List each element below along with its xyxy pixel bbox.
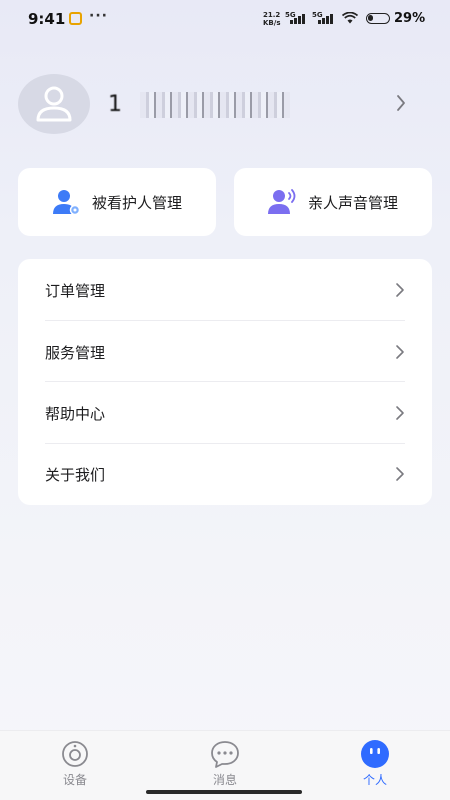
- battery-percent: 29%: [394, 11, 426, 26]
- settings-menu: 订单管理 服务管理 帮助中心 关于我们: [18, 259, 432, 505]
- chevron-right-icon: [396, 345, 404, 359]
- message-icon: [211, 741, 239, 768]
- net-speed-value: 21.2: [263, 11, 281, 19]
- tab-device-label: 设备: [62, 773, 87, 787]
- menu-item-label: 关于我们: [45, 465, 106, 484]
- phone-number: 1: [108, 92, 123, 117]
- net-speed-unit: KB/s: [263, 19, 281, 27]
- avatar[interactable]: [18, 74, 90, 134]
- tab-messages-label: 消息: [212, 773, 237, 787]
- status-bar: 9:41 ··· 21.2 KB/s 5G 5G 29%: [0, 0, 450, 38]
- chevron-right-icon: [396, 283, 404, 297]
- chevron-right-icon: [397, 95, 405, 111]
- person-sound-icon: [267, 189, 296, 214]
- signal-1-icon: [290, 13, 306, 24]
- battery-icon: [366, 13, 390, 24]
- tab-messages[interactable]: 消息: [185, 737, 265, 787]
- person-gear-icon: [52, 190, 81, 215]
- status-time: 9:41: [28, 10, 66, 28]
- ward-management-label: 被看护人管理: [91, 193, 182, 212]
- menu-item-label: 订单管理: [45, 281, 106, 300]
- user-avatar-icon: [36, 86, 72, 122]
- phone-number-masked: [140, 92, 290, 118]
- chevron-right-icon: [396, 467, 404, 481]
- wifi-icon: [342, 12, 358, 24]
- battery-fill: [368, 15, 373, 21]
- family-voice-label: 亲人声音管理: [307, 193, 398, 212]
- profile-face-icon: [361, 740, 389, 768]
- menu-item-label: 帮助中心: [45, 404, 106, 423]
- ward-management-card[interactable]: 被看护人管理: [18, 168, 216, 236]
- tab-profile[interactable]: 个人: [335, 737, 415, 787]
- home-indicator[interactable]: [146, 790, 302, 794]
- menu-item-label: 服务管理: [45, 343, 106, 362]
- profile-header[interactable]: 1: [18, 72, 432, 136]
- menu-item-services[interactable]: 服务管理: [45, 321, 405, 383]
- menu-item-about[interactable]: 关于我们: [45, 443, 405, 505]
- tab-profile-label: 个人: [362, 773, 387, 787]
- family-voice-card[interactable]: 亲人声音管理: [234, 168, 432, 236]
- device-icon: [62, 741, 88, 767]
- menu-item-help[interactable]: 帮助中心: [45, 382, 405, 444]
- signal-2-icon: [318, 13, 334, 24]
- net-speed: 21.2 KB/s: [263, 11, 280, 27]
- tab-device[interactable]: 设备: [35, 737, 115, 787]
- more-notifications-icon: ···: [89, 8, 108, 24]
- menu-item-orders[interactable]: 订单管理: [45, 259, 405, 321]
- chevron-right-icon: [396, 406, 404, 420]
- notification-app-icon: [69, 12, 82, 25]
